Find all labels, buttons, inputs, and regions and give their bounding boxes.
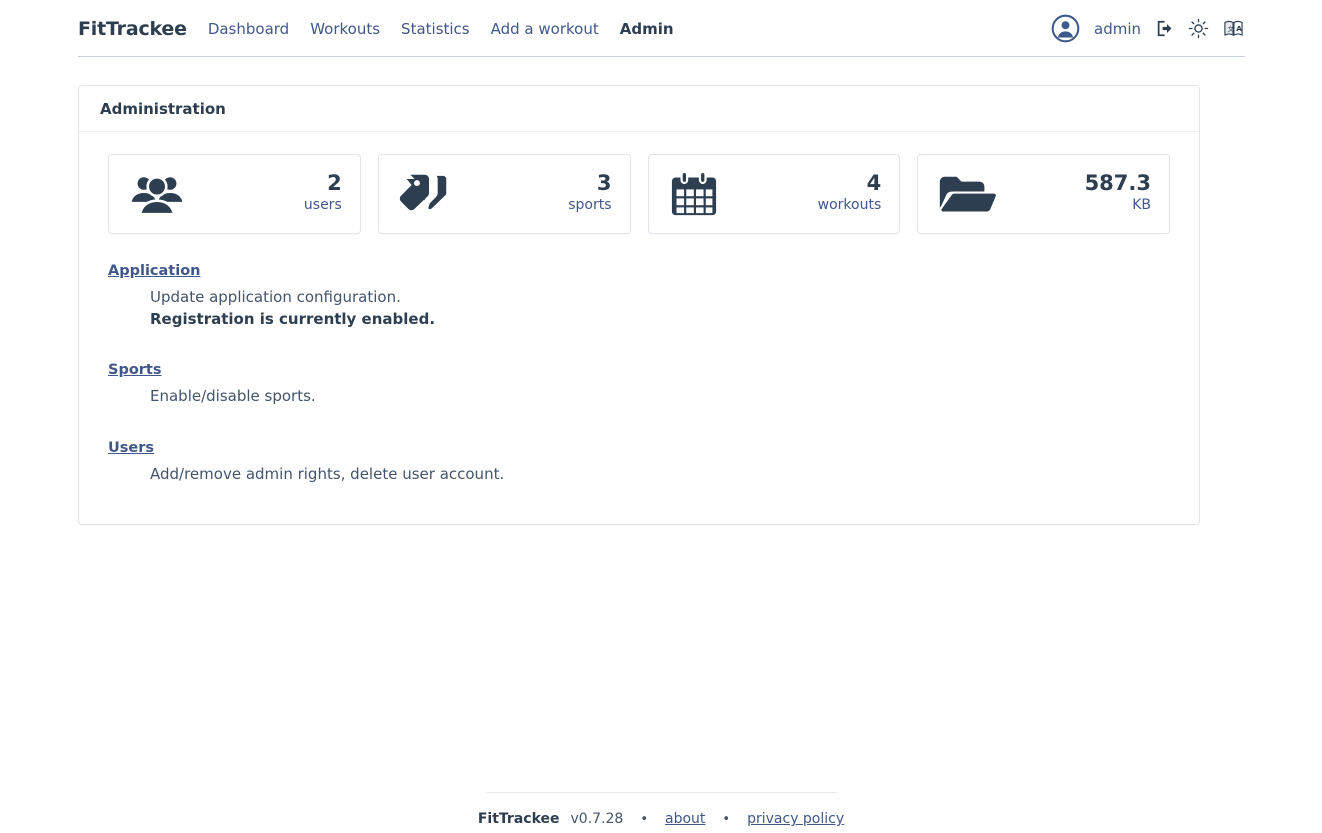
footer-divider	[485, 792, 837, 793]
stat-value-workouts: 4	[866, 170, 882, 195]
brand-logo[interactable]: FitTrackee	[78, 18, 187, 40]
footer-version: v0.7.28	[570, 811, 624, 827]
stat-label-workouts: workouts	[817, 197, 882, 214]
stat-text-users: 2 users	[303, 170, 342, 216]
stat-value-sports: 3	[596, 170, 612, 195]
avatar[interactable]	[1051, 14, 1080, 43]
app-footer: FitTrackee v0.7.28 • about • privacy pol…	[0, 792, 1322, 827]
footer-separator-dot: •	[640, 811, 649, 827]
nav-link-dashboard[interactable]: Dashboard	[208, 20, 289, 38]
application-description: Update application configuration.	[150, 288, 401, 306]
app-header: FitTrackee Dashboard Workouts Statistics…	[0, 0, 1322, 57]
stat-card-users: 2 users	[108, 154, 361, 234]
nav-link-admin[interactable]: Admin	[620, 20, 674, 38]
footer-content: FitTrackee v0.7.28 • about • privacy pol…	[478, 811, 844, 827]
link-application[interactable]: Application	[108, 263, 201, 279]
footer-link-privacy-policy[interactable]: privacy policy	[747, 811, 844, 827]
stat-text-storage: 587.3 KB	[1084, 170, 1151, 216]
username-label[interactable]: admin	[1094, 20, 1141, 38]
stat-text-workouts: 4 workouts	[817, 170, 882, 216]
main-content: Administration 2 users 3 sports 4 workou…	[0, 57, 1322, 525]
section-sports: Sports Enable/disable sports.	[108, 359, 1170, 407]
section-users: Users Add/remove admin rights, delete us…	[108, 437, 1170, 485]
nav-link-workouts[interactable]: Workouts	[310, 20, 380, 38]
nav-link-add-a-workout[interactable]: Add a workout	[491, 20, 599, 38]
sun-icon[interactable]	[1188, 18, 1209, 39]
sign-out-icon[interactable]	[1155, 19, 1174, 38]
section-application: Application Update application configura…	[108, 260, 1170, 330]
users-description: Add/remove admin rights, delete user acc…	[150, 464, 505, 483]
stat-card-sports: 3 sports	[377, 154, 631, 234]
users-icon	[129, 172, 185, 216]
page-title: Administration	[79, 86, 1199, 132]
stat-text-sports: 3 sports	[568, 170, 612, 216]
tags-icon	[399, 172, 455, 216]
footer-separator-dot: •	[722, 811, 731, 827]
footer-app-name: FitTrackee	[477, 811, 560, 827]
calendar-icon	[669, 170, 719, 217]
stats-row: 2 users 3 sports 4 workouts 587.3 KB	[108, 154, 1170, 234]
svg-text:A: A	[1236, 24, 1242, 33]
registration-status: Registration is currently enabled.	[150, 310, 436, 329]
link-sports[interactable]: Sports	[108, 362, 162, 378]
stat-label-storage: KB	[1132, 197, 1151, 214]
main-navigation: Dashboard Workouts Statistics Add a work…	[208, 20, 674, 38]
sports-description: Enable/disable sports.	[150, 387, 316, 406]
language-icon[interactable]: 文 A	[1223, 18, 1244, 39]
stat-label-sports: sports	[568, 197, 612, 214]
administration-card: Administration 2 users 3 sports 4 workou…	[78, 85, 1200, 525]
folder-open-icon	[938, 172, 999, 216]
stat-value-users: 2	[327, 170, 342, 195]
stat-label-users: users	[303, 197, 342, 214]
stat-card-workouts: 4 workouts	[647, 154, 901, 234]
svg-text:文: 文	[1228, 24, 1235, 33]
stat-value-storage: 587.3	[1084, 170, 1151, 195]
card-body: 2 users 3 sports 4 workouts 587.3 KB App…	[79, 132, 1199, 515]
footer-link-about[interactable]: about	[665, 811, 705, 827]
header-actions: admin 文 A	[1051, 14, 1244, 43]
link-users[interactable]: Users	[108, 440, 154, 456]
stat-card-storage: 587.3 KB	[917, 154, 1170, 234]
nav-link-statistics[interactable]: Statistics	[401, 20, 470, 38]
